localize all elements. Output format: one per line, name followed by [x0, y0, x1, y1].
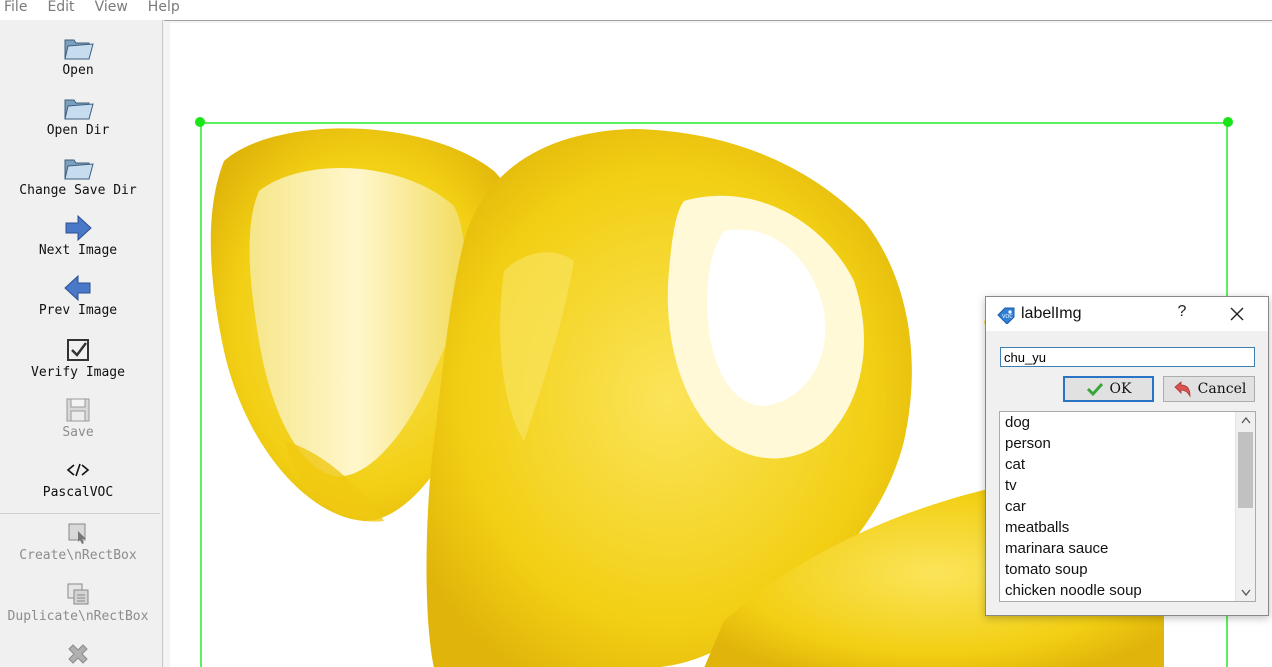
- prev-image-label: Prev Image: [38, 303, 118, 318]
- label-history-list[interactable]: dog person cat tv car meatballs marinara…: [999, 411, 1256, 602]
- list-item[interactable]: marinara sauce: [1000, 538, 1255, 559]
- left-toolbar: Open Open Dir Change Save Dir Next Image…: [0, 20, 163, 667]
- undo-icon: [1174, 381, 1191, 398]
- change-save-dir-button[interactable]: Change Save Dir: [0, 152, 156, 198]
- list-item[interactable]: cat: [1000, 454, 1255, 475]
- list-item[interactable]: dog: [1000, 412, 1255, 433]
- save-label: Save: [62, 425, 94, 440]
- menu-help[interactable]: Help: [144, 0, 180, 14]
- folder-open-icon: [62, 92, 94, 124]
- arrow-right-icon: [62, 212, 94, 244]
- list-item[interactable]: meatballs: [1000, 517, 1255, 538]
- verify-image-label: Verify Image: [31, 365, 125, 380]
- menu-bar: File Edit View Help: [0, 0, 1272, 20]
- verify-image-button[interactable]: Verify Image: [0, 334, 156, 380]
- open-button[interactable]: Open: [0, 32, 156, 78]
- duplicate-rectbox-button[interactable]: Duplicate\nRectBox: [0, 578, 156, 624]
- floppy-icon: [62, 394, 94, 426]
- check-icon: [1086, 382, 1103, 397]
- bbox-handle-top-left[interactable]: [195, 117, 205, 127]
- list-item[interactable]: tomato soup: [1000, 559, 1255, 580]
- dialog-title: labelImg: [1021, 305, 1082, 322]
- list-item[interactable]: car: [1000, 496, 1255, 517]
- folder-open-icon: [62, 32, 94, 64]
- label-dialog: VOC labelImg ? OK Cancel do: [985, 296, 1269, 616]
- format-toggle-button[interactable]: PascalVOC: [0, 454, 156, 500]
- menu-file[interactable]: File: [0, 0, 27, 14]
- tag-icon: VOC: [996, 306, 1016, 325]
- checkbox-icon: [62, 334, 94, 366]
- duplicate-rectbox-label: Duplicate\nRectBox: [7, 609, 149, 624]
- prev-image-button[interactable]: Prev Image: [0, 272, 156, 318]
- folder-open-icon: [62, 152, 94, 184]
- scroll-up-icon[interactable]: [1236, 412, 1255, 429]
- bbox-handle-top-right[interactable]: [1223, 117, 1233, 127]
- next-image-label: Next Image: [38, 243, 118, 258]
- ok-button[interactable]: OK: [1063, 376, 1154, 402]
- open-dir-button[interactable]: Open Dir: [0, 92, 156, 138]
- rect-icon: [62, 517, 94, 549]
- change-save-dir-label: Change Save Dir: [19, 183, 137, 198]
- save-button[interactable]: Save: [0, 394, 156, 440]
- list-item[interactable]: chicken noodle soup: [1000, 580, 1255, 601]
- menu-view[interactable]: View: [91, 0, 128, 14]
- menu-edit[interactable]: Edit: [43, 0, 74, 14]
- list-item[interactable]: tv: [1000, 475, 1255, 496]
- delete-icon: [62, 640, 94, 667]
- delete-rectbox-button[interactable]: [0, 640, 156, 667]
- cancel-label: Cancel: [1197, 381, 1247, 397]
- toolbar-divider: [0, 513, 160, 514]
- arrow-left-icon: [62, 272, 94, 304]
- dialog-help-button[interactable]: ?: [1173, 303, 1191, 321]
- scroll-down-icon[interactable]: [1236, 584, 1255, 601]
- svg-text:VOC: VOC: [1002, 314, 1013, 320]
- open-dir-label: Open Dir: [46, 123, 110, 138]
- code-icon: [62, 454, 94, 486]
- create-rectbox-label: Create\nRectBox: [19, 548, 137, 563]
- duplicate-icon: [62, 578, 94, 610]
- dialog-titlebar: VOC labelImg ?: [986, 297, 1268, 331]
- next-image-button[interactable]: Next Image: [0, 212, 156, 258]
- scroll-thumb[interactable]: [1238, 432, 1253, 508]
- labelimg-window: File Edit View Help Open Open Dir Change…: [0, 0, 1272, 667]
- label-input[interactable]: [1000, 347, 1255, 367]
- list-item[interactable]: person: [1000, 433, 1255, 454]
- open-label: Open: [62, 63, 94, 78]
- cancel-button[interactable]: Cancel: [1163, 376, 1255, 402]
- list-scrollbar[interactable]: [1235, 412, 1255, 601]
- format-label: PascalVOC: [42, 485, 114, 500]
- close-icon[interactable]: [1229, 306, 1245, 322]
- create-rectbox-button[interactable]: Create\nRectBox: [0, 517, 156, 563]
- ok-label: OK: [1109, 381, 1132, 397]
